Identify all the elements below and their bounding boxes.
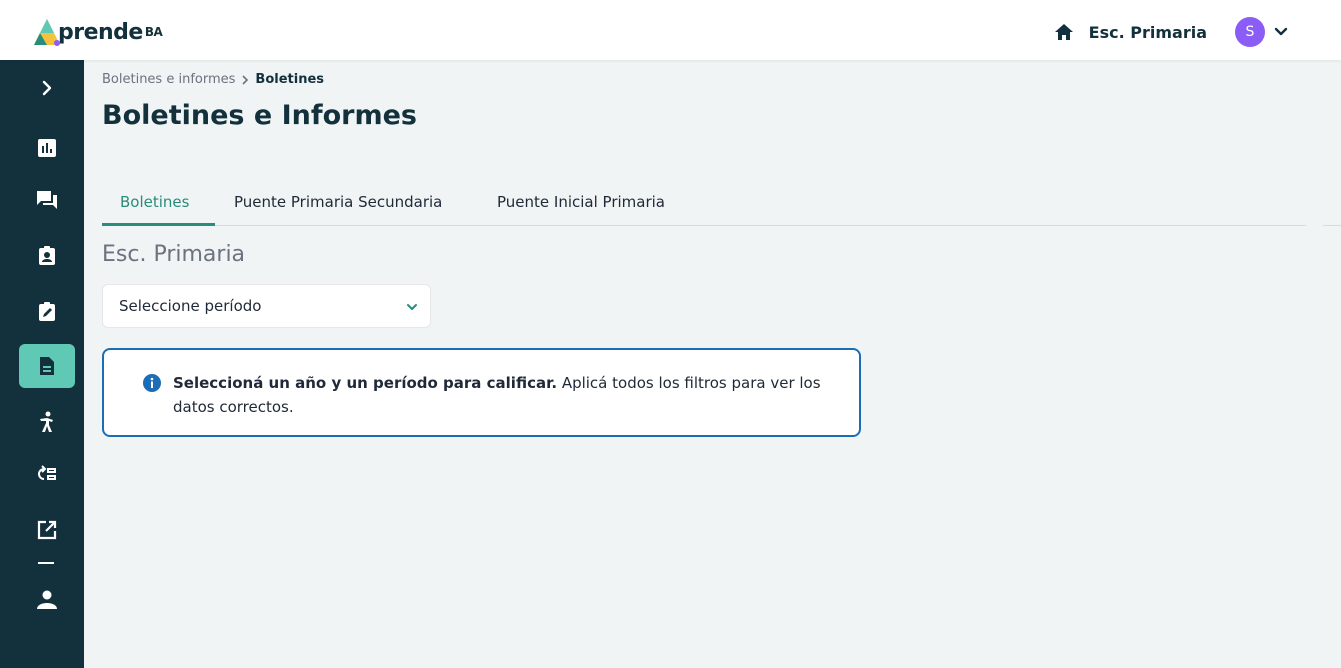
sidebar-item-messages[interactable] bbox=[19, 178, 75, 222]
tab-label: Puente Primaria Secundaria bbox=[234, 193, 443, 211]
person-walking-icon bbox=[40, 411, 53, 432]
tab-puente-inicial-primaria[interactable]: Puente Inicial Primaria bbox=[497, 180, 665, 224]
chevron-down-icon bbox=[404, 299, 420, 315]
bar-chart-icon bbox=[38, 139, 56, 157]
active-tab-indicator bbox=[102, 223, 215, 226]
breadcrumb: Boletines e informes Boletines bbox=[102, 72, 324, 87]
chevron-right-icon bbox=[42, 80, 52, 96]
tabs: Boletines Puente Primaria Secundaria Pue… bbox=[102, 180, 1306, 226]
page-title: Boletines e Informes bbox=[102, 100, 417, 131]
avatar[interactable]: S bbox=[1235, 17, 1265, 47]
sidebar-item-transfers[interactable] bbox=[19, 452, 75, 496]
period-select-value: Seleccione período bbox=[119, 297, 262, 315]
logo-triangle-icon bbox=[32, 18, 62, 46]
tab-puente-primaria-secundaria[interactable]: Puente Primaria Secundaria bbox=[234, 180, 442, 224]
section-title: Esc. Primaria bbox=[102, 242, 246, 267]
breadcrumb-current: Boletines bbox=[255, 72, 324, 87]
alert-message: Seleccioná un año y un período para cali… bbox=[173, 371, 823, 419]
sidebar-divider bbox=[38, 562, 54, 564]
school-name[interactable]: Esc. Primaria bbox=[1089, 23, 1207, 42]
logo-suffix: BA bbox=[144, 25, 163, 39]
info-icon bbox=[142, 373, 162, 393]
user-icon bbox=[37, 590, 57, 609]
sidebar-item-external[interactable] bbox=[19, 508, 75, 552]
id-badge-icon bbox=[39, 246, 55, 265]
aprende-ba-logo[interactable]: prende BA bbox=[32, 18, 163, 46]
sidebar bbox=[0, 60, 84, 668]
alert-bold: Seleccioná un año y un período para cali… bbox=[173, 374, 558, 392]
chat-icon bbox=[37, 191, 57, 209]
tab-divider-end bbox=[1323, 225, 1341, 226]
sidebar-expand-button[interactable] bbox=[19, 66, 75, 110]
swap-list-icon bbox=[38, 465, 56, 480]
tab-label: Boletines bbox=[120, 193, 190, 211]
tab-boletines[interactable]: Boletines bbox=[120, 180, 189, 224]
info-alert: Seleccioná un año y un período para cali… bbox=[102, 348, 861, 437]
document-icon bbox=[40, 357, 54, 375]
home-icon[interactable] bbox=[1053, 21, 1075, 43]
sidebar-item-attendance[interactable] bbox=[19, 400, 75, 444]
breadcrumb-chevron-icon bbox=[241, 74, 249, 86]
sidebar-item-bulletins[interactable] bbox=[19, 344, 75, 388]
sidebar-item-reports[interactable] bbox=[19, 126, 75, 170]
top-bar: prende BA Esc. Primaria S bbox=[0, 0, 1341, 60]
external-link-icon bbox=[37, 520, 57, 540]
clipboard-edit-icon bbox=[39, 302, 55, 321]
chevron-down-icon[interactable] bbox=[1273, 24, 1289, 40]
breadcrumb-parent[interactable]: Boletines e informes bbox=[102, 72, 235, 87]
sidebar-item-profile[interactable] bbox=[19, 578, 75, 622]
logo-text: prende bbox=[58, 19, 143, 45]
tab-label: Puente Inicial Primaria bbox=[497, 193, 665, 211]
sidebar-item-students[interactable] bbox=[19, 234, 75, 278]
sidebar-item-grading[interactable] bbox=[19, 290, 75, 334]
user-area: Esc. Primaria S bbox=[1053, 16, 1289, 48]
period-select[interactable]: Seleccione período bbox=[102, 284, 431, 328]
